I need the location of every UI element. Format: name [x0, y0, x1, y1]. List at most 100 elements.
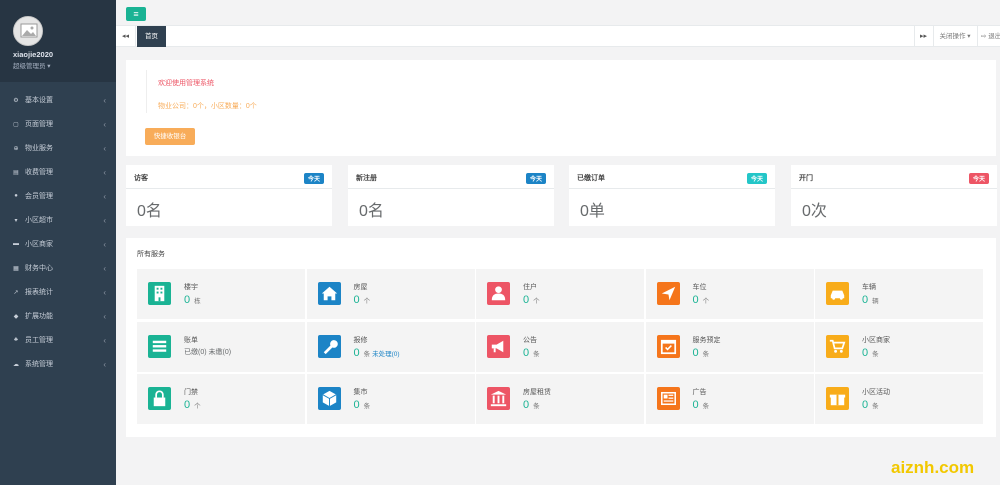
- profile-panel: xiaojie2020 超级管理员 ▾: [0, 0, 116, 82]
- stat-title: 开门: [799, 175, 813, 182]
- calendar-icon: [656, 334, 680, 358]
- sidebar-item-3[interactable]: ▤ 收费管理 ‹: [0, 160, 116, 184]
- sidebar-item-11[interactable]: ☁ 系统管理 ‹: [0, 352, 116, 376]
- service-tile[interactable]: 服务预定 0 条: [645, 321, 814, 372]
- service-unit: 条: [702, 350, 710, 358]
- service-unit: 个: [533, 298, 540, 305]
- service-name: 报修: [353, 336, 368, 344]
- chevron-left-icon: ‹: [103, 287, 106, 297]
- stat-badge: 今天: [968, 173, 989, 184]
- sidebar-item-label: 收费管理: [25, 169, 53, 176]
- user-role-dropdown[interactable]: 超级管理员 ▾: [13, 60, 51, 70]
- service-stats: 0条: [523, 399, 540, 411]
- service-stats: 0个: [354, 294, 371, 306]
- sidebar-item-0[interactable]: ⚙ 基本设置 ‹: [0, 88, 116, 112]
- sidebar-item-6[interactable]: ▬ 小区商家 ‹: [0, 232, 116, 256]
- gear-icon: ⚙: [13, 97, 19, 104]
- service-tile[interactable]: 小区商家 0 条: [815, 321, 983, 372]
- sidebar-item-1[interactable]: ▢ 页面管理 ‹: [0, 112, 116, 136]
- chevron-left-icon: ‹: [103, 335, 106, 345]
- service-detail: 已缴(0) 未缴(0): [184, 348, 232, 356]
- welcome-panel: 欢迎使用管理系统 物业公司：0个，小区数量：0个 快捷收银台: [126, 60, 996, 156]
- chevron-left-icon: ‹: [103, 119, 106, 129]
- wrench-icon: [317, 334, 341, 358]
- tab-bar: ◂◂ 首页 ▸▸ 关闭操作 ▾ ⇨ 退出: [116, 26, 1000, 47]
- close-operations-dropdown[interactable]: 关闭操作 ▾: [933, 26, 976, 47]
- service-count: 0: [353, 294, 360, 306]
- quick-cashier-button[interactable]: 快捷收银台: [145, 128, 195, 145]
- welcome-divider: [146, 70, 147, 113]
- logout-button[interactable]: ⇨ 退出: [977, 26, 1000, 47]
- stat-value: 0单: [580, 203, 605, 220]
- service-tile[interactable]: 账单已缴(0) 未缴(0): [137, 321, 305, 372]
- sidebar-item-label: 扩展功能: [25, 313, 53, 320]
- service-tile[interactable]: 房屋租赁 0 条: [476, 374, 644, 424]
- service-tile[interactable]: 广告 0 条: [645, 374, 814, 424]
- service-tile[interactable]: 门禁 0 个: [137, 374, 305, 424]
- service-name: 账单: [184, 336, 198, 344]
- cloud-icon: ☁: [13, 361, 19, 368]
- sidebar-item-label: 基本设置: [25, 97, 53, 104]
- tab-scroll-left-button[interactable]: ◂◂: [116, 26, 136, 47]
- bank-icon: [487, 387, 510, 410]
- service-unit: 条: [363, 350, 371, 358]
- service-unit: 条: [533, 403, 540, 410]
- service-name: 集市: [353, 389, 368, 396]
- service-name: 住户: [523, 284, 537, 291]
- sidebar-item-2[interactable]: ⊕ 物业服务 ‹: [0, 136, 116, 160]
- service-unit: 条: [872, 350, 879, 358]
- extension-icon: ◆: [13, 313, 19, 320]
- service-tile[interactable]: 车位 0 个: [645, 269, 814, 319]
- service-name: 小区商家: [862, 336, 890, 344]
- sidebar-item-4[interactable]: ● 会员管理 ‹: [0, 184, 116, 208]
- service-stats: 0个: [693, 294, 710, 306]
- service-unit: 条: [533, 350, 540, 358]
- service-tile[interactable]: 报修 0 条未处理(0): [306, 321, 475, 372]
- stat-card-header: 新注册 今天: [348, 165, 554, 189]
- tab-scroll-right-button[interactable]: ▸▸: [914, 26, 932, 47]
- service-tile[interactable]: 房屋 0 个: [306, 269, 475, 319]
- watermark: aiznh.com: [891, 458, 975, 477]
- service-count: 0: [862, 346, 869, 359]
- charge-icon: ▤: [13, 169, 19, 176]
- stat-card-header: 开门 今天: [791, 165, 997, 189]
- service-stats: 0个: [184, 399, 201, 411]
- service-tile[interactable]: 车辆 0 辆: [815, 269, 983, 319]
- service-stats: 0 条未处理(0): [354, 347, 400, 359]
- megaphone-icon: [487, 334, 510, 358]
- service-unit: 辆: [872, 298, 879, 305]
- chevron-left-icon: ‹: [103, 311, 106, 321]
- finance-icon: ▦: [13, 265, 19, 272]
- service-tile[interactable]: 住户 0 个: [476, 269, 644, 319]
- sidebar-item-label: 财务中心: [25, 265, 53, 272]
- service-tile[interactable]: 小区活动 0 条: [815, 374, 983, 424]
- resident-icon: [487, 282, 510, 305]
- cart-icon: ▾: [14, 217, 18, 224]
- sidebar-nav: ⚙ 基本设置 ‹ ▢ 页面管理 ‹ ⊕ 物业服务 ‹ ▤ 收费管理 ‹ ● 会员管理 ‹ ▾ 小区超市 ‹ ▬ 小区商…: [0, 88, 116, 376]
- username: xiaojie2020: [13, 50, 54, 59]
- service-tile[interactable]: 楼宇 0 栋: [137, 269, 305, 319]
- chevron-left-icon: ‹: [103, 239, 106, 249]
- sidebar-item-9[interactable]: ◆ 扩展功能 ‹: [0, 304, 116, 328]
- welcome-info: 物业公司：0个，小区数量：0个: [158, 103, 257, 110]
- sidebar-item-label: 小区超市: [25, 217, 53, 224]
- sidebar-item-5[interactable]: ▾ 小区超市 ‹: [0, 208, 116, 232]
- service-name: 车位: [692, 284, 707, 291]
- service-count: 0: [862, 294, 869, 306]
- service-tile[interactable]: 公告 0 条: [476, 321, 644, 372]
- menu-toggle-button[interactable]: ≡: [126, 7, 146, 21]
- service-name: 门禁: [184, 389, 198, 396]
- chart-icon: ↗: [13, 289, 19, 296]
- services-panel: 所有服务 楼宇 0 栋房屋 0 个住户 0 个车位 0 个车辆 0 辆账单 已缴(0) 未缴(0) 报修…: [126, 238, 996, 437]
- service-tile[interactable]: 集市 0 条: [306, 374, 475, 424]
- service-count: 0: [692, 346, 699, 359]
- tab-home[interactable]: 首页: [137, 26, 166, 47]
- sidebar-item-10[interactable]: ♣ 员工管理 ‹: [0, 328, 116, 352]
- sidebar-item-8[interactable]: ↗ 报表统计 ‹: [0, 280, 116, 304]
- sidebar-item-label: 小区商家: [25, 241, 53, 248]
- house-icon: [317, 282, 341, 305]
- avatar[interactable]: [13, 16, 43, 46]
- services-title: 所有服务: [137, 251, 165, 258]
- sidebar-item-7[interactable]: ▦ 财务中心 ‹: [0, 256, 116, 280]
- service-pending-link[interactable]: 未处理(0): [372, 351, 399, 358]
